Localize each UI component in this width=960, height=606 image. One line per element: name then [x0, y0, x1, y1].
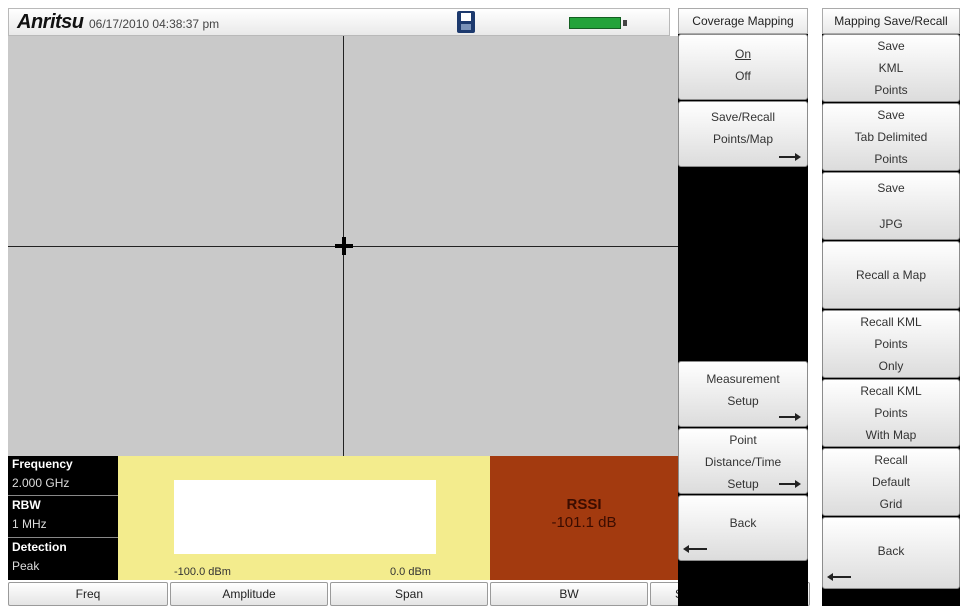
- save-tab-line-3: Points: [874, 152, 908, 166]
- recall-default-grid-button[interactable]: Recall Default Grid: [822, 448, 960, 516]
- save-jpg-line-1: Save: [877, 181, 905, 195]
- on-option[interactable]: On: [679, 43, 807, 65]
- meter-max-label: 0.0 dBm: [390, 566, 431, 578]
- panel-back-label: Back: [877, 544, 905, 558]
- recall-kml-points-with-map-button[interactable]: Recall KML Points With Map: [822, 379, 960, 447]
- brand-logo: Anritsu: [17, 11, 84, 33]
- measurement-setup-button[interactable]: Measurement Setup: [678, 361, 808, 427]
- meter-min-label: -100.0 dBm: [174, 566, 231, 578]
- back-label: Back: [729, 516, 757, 530]
- save-kml-line-2: KML: [878, 61, 904, 75]
- on-off-toggle[interactable]: On Off: [678, 34, 808, 100]
- save-jpg-button[interactable]: Save JPG: [822, 172, 960, 240]
- coverage-mapping-menu: Coverage Mapping On Off Save/Recall Poin…: [678, 8, 808, 606]
- freq-button[interactable]: Freq: [8, 582, 168, 606]
- save-tab-delimited-points-button[interactable]: Save Tab Delimited Points: [822, 103, 960, 171]
- recall-kml-map-line-3: With Map: [865, 428, 917, 442]
- menu-title: Coverage Mapping: [678, 8, 808, 34]
- frequency-value: 2.000 GHz: [12, 476, 70, 490]
- recall-kml-only-line-3: Only: [878, 359, 904, 373]
- mapping-save-recall-menu: Mapping Save/Recall Save KML Points Save…: [822, 8, 960, 606]
- recall-kml-only-line-1: Recall KML: [860, 315, 922, 329]
- floppy-disk-icon: [457, 11, 475, 33]
- save-jpg-line-2: JPG: [879, 217, 903, 231]
- datetime: 06/17/2010 04:38:37 pm: [89, 17, 220, 31]
- rbw-value: 1 MHz: [12, 517, 47, 531]
- submenu-arrow-icon: [779, 153, 801, 161]
- distance-time-label: Distance/Time: [704, 455, 782, 469]
- measurement-label: Measurement: [706, 372, 780, 386]
- recall-kml-map-line-2: Points: [874, 406, 908, 420]
- save-tab-line-1: Save: [877, 108, 905, 122]
- measurement-info-panel: Frequency 2.000 GHz RBW 1 MHz Detection …: [8, 456, 118, 580]
- info-divider: [8, 537, 118, 538]
- bw-button[interactable]: BW: [490, 582, 648, 606]
- submenu-arrow-icon: [779, 480, 801, 488]
- point-distance-time-setup-button[interactable]: Point Distance/Time Setup: [678, 428, 808, 494]
- off-option[interactable]: Off: [679, 65, 807, 87]
- rssi-readout: RSSI -101.1 dB: [490, 456, 678, 580]
- point-label: Point: [729, 433, 757, 447]
- status-bar: Anritsu 06/17/2010 04:38:37 pm: [8, 8, 670, 36]
- signal-meter-bar: [174, 480, 436, 554]
- setup-label: Setup: [727, 394, 759, 408]
- recall-kml-only-line-2: Points: [874, 337, 908, 351]
- recall-grid-line-1: Recall: [874, 453, 908, 467]
- battery-tip: [623, 20, 627, 26]
- save-kml-line-1: Save: [877, 39, 905, 53]
- save-recall-points-map-button[interactable]: Save/Recall Points/Map: [678, 101, 808, 167]
- coverage-map[interactable]: [8, 36, 678, 456]
- rssi-value: -101.1 dB: [551, 514, 617, 531]
- recall-grid-line-3: Grid: [879, 497, 903, 511]
- back-arrow-icon: [827, 573, 851, 581]
- panel-title: Mapping Save/Recall: [822, 8, 960, 34]
- recall-a-map-button[interactable]: Recall a Map: [822, 241, 960, 309]
- signal-meter: -100.0 dBm 0.0 dBm: [118, 456, 490, 580]
- back-button[interactable]: Back: [678, 495, 808, 561]
- battery-icon: [569, 17, 621, 29]
- save-kml-points-button[interactable]: Save KML Points: [822, 34, 960, 102]
- submenu-arrow-icon: [779, 413, 801, 421]
- panel-back-button[interactable]: Back: [822, 517, 960, 589]
- amplitude-button[interactable]: Amplitude: [170, 582, 328, 606]
- rbw-label: RBW: [12, 498, 41, 512]
- points-map-label: Points/Map: [712, 132, 774, 146]
- recall-kml-map-line-1: Recall KML: [860, 384, 922, 398]
- recall-grid-line-2: Default: [871, 475, 911, 489]
- back-arrow-icon: [683, 545, 707, 553]
- recall-a-map-label: Recall a Map: [855, 268, 927, 282]
- info-divider: [8, 495, 118, 496]
- save-recall-label: Save/Recall: [710, 110, 776, 124]
- rssi-label: RSSI: [566, 496, 602, 513]
- crosshair-cursor-icon[interactable]: [335, 237, 353, 255]
- save-tab-line-2: Tab Delimited: [854, 130, 928, 144]
- frequency-label: Frequency: [12, 457, 73, 471]
- detection-value: Peak: [12, 559, 40, 573]
- recall-kml-points-only-button[interactable]: Recall KML Points Only: [822, 310, 960, 378]
- save-kml-line-3: Points: [874, 83, 908, 97]
- span-button[interactable]: Span: [330, 582, 488, 606]
- detection-label: Detection: [12, 540, 67, 554]
